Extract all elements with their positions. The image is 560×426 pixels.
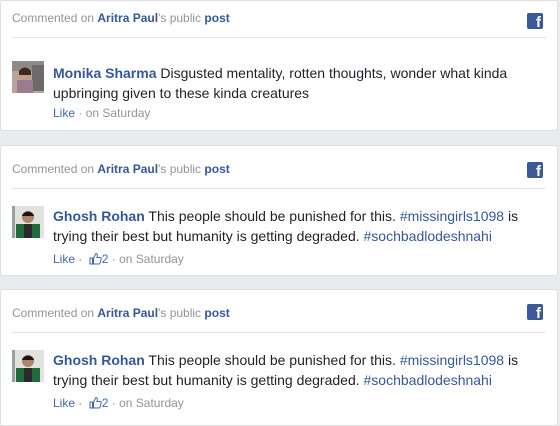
facebook-icon[interactable]: f	[527, 162, 543, 179]
separator: ·	[111, 396, 116, 410]
card-header: Commented on Aritra Paul's public post	[12, 162, 230, 176]
comment-text: Monika Sharma Disgusted mentality, rotte…	[53, 63, 533, 103]
divider	[12, 188, 546, 189]
thumbs-up-icon[interactable]	[89, 252, 102, 268]
divider	[12, 37, 546, 38]
comment-text: Ghosh Rohan This people should be punish…	[53, 350, 533, 390]
separator: ·	[78, 396, 83, 410]
card-header: Commented on Aritra Paul's public post	[12, 11, 230, 25]
hashtag-link[interactable]: #sochbadlodeshnahi	[364, 228, 492, 244]
separator: ·	[111, 252, 116, 266]
header-prefix: Commented on	[12, 306, 95, 320]
like-count[interactable]: 2	[102, 396, 109, 410]
post-link[interactable]: post	[204, 11, 229, 25]
person-link[interactable]: Aritra Paul	[97, 306, 158, 320]
like-link[interactable]: Like	[53, 106, 75, 120]
comment-meta: Like · 2 · on Saturday	[53, 396, 184, 412]
person-link[interactable]: Aritra Paul	[97, 162, 158, 176]
header-prefix: Commented on	[12, 162, 95, 176]
activity-card: Commented on Aritra Paul's public post f…	[0, 289, 558, 426]
hashtag-link[interactable]: #missingirls1098	[400, 208, 504, 224]
divider	[12, 332, 546, 333]
comment-meta: Like · on Saturday	[53, 106, 150, 120]
comment-body: This people should be punished for this.	[144, 208, 400, 224]
activity-card: Commented on Aritra Paul's public post f…	[0, 145, 558, 276]
separator: ·	[78, 252, 83, 266]
author-link[interactable]: Ghosh Rohan	[53, 208, 145, 224]
facebook-icon[interactable]: f	[527, 13, 543, 30]
like-link[interactable]: Like	[53, 396, 75, 410]
header-suffix: 's public	[158, 162, 202, 176]
comment-text: Ghosh Rohan This people should be punish…	[53, 206, 533, 246]
comment-meta: Like · 2 · on Saturday	[53, 252, 184, 268]
like-count[interactable]: 2	[102, 252, 109, 266]
header-suffix: 's public	[158, 306, 202, 320]
author-link[interactable]: Monika Sharma	[53, 65, 156, 81]
avatar[interactable]	[12, 61, 44, 93]
timestamp[interactable]: on Saturday	[86, 106, 151, 120]
activity-card: Commented on Aritra Paul's public post f…	[0, 0, 558, 131]
avatar[interactable]	[12, 350, 44, 382]
separator: ·	[78, 106, 83, 120]
facebook-icon[interactable]: f	[527, 304, 543, 321]
hashtag-link[interactable]: #missingirls1098	[400, 352, 504, 368]
like-link[interactable]: Like	[53, 252, 75, 266]
comment-body: This people should be punished for this.	[144, 352, 400, 368]
post-link[interactable]: post	[204, 162, 229, 176]
thumbs-up-icon[interactable]	[89, 396, 102, 412]
header-prefix: Commented on	[12, 11, 95, 25]
author-link[interactable]: Ghosh Rohan	[53, 352, 145, 368]
card-header: Commented on Aritra Paul's public post	[12, 306, 230, 320]
hashtag-link[interactable]: #sochbadlodeshnahi	[364, 372, 492, 388]
avatar[interactable]	[12, 206, 44, 238]
post-link[interactable]: post	[204, 306, 229, 320]
header-suffix: 's public	[158, 11, 202, 25]
timestamp[interactable]: on Saturday	[119, 252, 184, 266]
timestamp[interactable]: on Saturday	[119, 396, 184, 410]
person-link[interactable]: Aritra Paul	[97, 11, 158, 25]
